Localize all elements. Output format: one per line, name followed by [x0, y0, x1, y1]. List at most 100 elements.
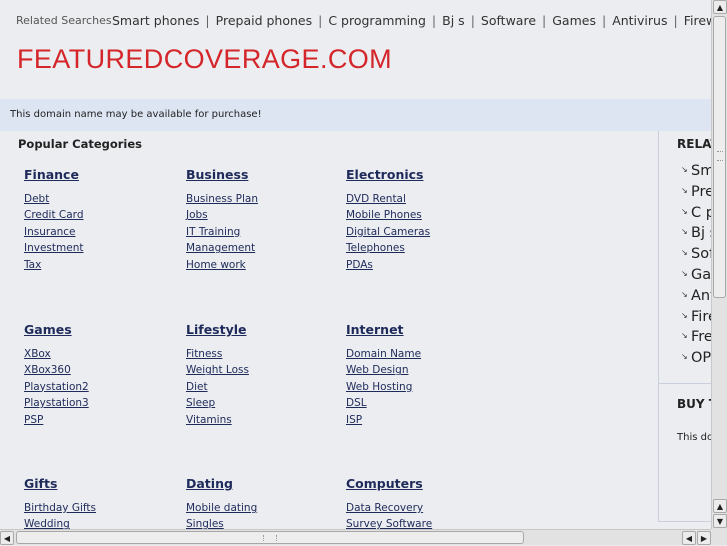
- category-link[interactable]: XBox: [24, 346, 184, 362]
- link-separator: |: [470, 13, 475, 28]
- category-link[interactable]: Investment: [24, 240, 184, 256]
- category-link[interactable]: ISP: [346, 412, 506, 428]
- category-link[interactable]: XBox360: [24, 362, 184, 378]
- arrow-down-icon[interactable]: ▼: [713, 514, 727, 528]
- category-link[interactable]: Insurance: [24, 224, 184, 240]
- category-link[interactable]: Management: [186, 240, 346, 256]
- related-search-link[interactable]: Firewall: [684, 13, 711, 28]
- category-block: Computers Data Recovery Survey Software: [346, 476, 506, 529]
- arrow-right-icon[interactable]: ▶: [697, 531, 711, 545]
- related-search-link[interactable]: Smart phones: [112, 13, 199, 28]
- category-link[interactable]: DSL: [346, 395, 506, 411]
- category-link[interactable]: Birthday Gifts: [24, 500, 184, 516]
- category-link[interactable]: Debt: [24, 191, 184, 207]
- related-searches-panel: RELAT SmPreC pBj sSofGarAntFireFreOP BUY…: [658, 131, 711, 522]
- link-separator: |: [431, 13, 437, 28]
- category-title[interactable]: Games: [24, 322, 184, 337]
- horizontal-scroll-thumb[interactable]: [16, 531, 524, 544]
- related-searches-bar: Related Searches Smart phones | Prepaid ph…: [0, 0, 711, 40]
- category-link[interactable]: Telephones: [346, 240, 506, 256]
- category-block: Gifts Birthday Gifts Wedding: [24, 476, 184, 529]
- related-search-link[interactable]: Software: [481, 13, 536, 28]
- site-title: FEATUREDCOVERAGE.COM: [17, 44, 393, 74]
- category-title[interactable]: Lifestyle: [186, 322, 346, 337]
- buy-domain-heading: BUY T: [677, 397, 711, 411]
- related-search-link[interactable]: Bj s: [442, 13, 465, 28]
- category-block: Internet Domain Name Web Design Web Hosting…: [346, 322, 506, 428]
- category-title[interactable]: Finance: [24, 167, 184, 182]
- category-block: Electronics DVD Rental Mobile Phones Digita…: [346, 167, 506, 273]
- category-block: Games XBox XBox360 Playstation2 Playstation3…: [24, 322, 184, 428]
- vertical-scroll-thumb[interactable]: [713, 16, 726, 298]
- category-link[interactable]: Diet: [186, 379, 346, 395]
- related-panel-link[interactable]: Sof: [681, 243, 711, 265]
- category-link[interactable]: Sleep: [186, 395, 346, 411]
- link-separator: |: [542, 13, 547, 28]
- category-title[interactable]: Gifts: [24, 476, 184, 491]
- category-block: Finance Debt Credit Card Insurance Investmen…: [24, 167, 184, 273]
- related-panel-link[interactable]: Pre: [681, 181, 711, 203]
- arrow-left-icon[interactable]: ◀: [682, 531, 696, 545]
- domain-notice-bar: This domain name may be available for pu…: [0, 99, 711, 131]
- related-search-link[interactable]: C programming: [328, 13, 426, 28]
- related-panel-link[interactable]: C p: [681, 202, 711, 224]
- category-title[interactable]: Computers: [346, 476, 506, 491]
- arrow-up-icon[interactable]: ▲: [713, 0, 727, 14]
- link-separator: |: [318, 13, 323, 28]
- related-search-link[interactable]: Prepaid phones: [216, 13, 312, 28]
- category-link[interactable]: Data Recovery: [346, 500, 506, 516]
- related-searches-links: Smart phones | Prepaid phones | C programmin…: [112, 13, 711, 28]
- page-viewport: Related Searches Smart phones | Prepaid ph…: [0, 0, 711, 529]
- category-link[interactable]: Mobile Phones: [346, 207, 506, 223]
- category-link[interactable]: Home work: [186, 257, 346, 273]
- related-panel-link[interactable]: Bj s: [681, 222, 711, 244]
- category-link[interactable]: Domain Name: [346, 346, 506, 362]
- category-link[interactable]: Web Hosting: [346, 379, 506, 395]
- related-panel-link[interactable]: Fre: [681, 326, 711, 348]
- related-panel-link[interactable]: Ant: [681, 285, 711, 307]
- related-panel-link[interactable]: OP: [681, 347, 711, 369]
- related-searches-label: Related Searches: [16, 14, 112, 27]
- category-link[interactable]: PSP: [24, 412, 184, 428]
- link-separator: |: [205, 13, 210, 28]
- category-link[interactable]: Weight Loss: [186, 362, 346, 378]
- category-link[interactable]: Playstation2: [24, 379, 184, 395]
- category-block: Business Business Plan Jobs IT Training Mana…: [186, 167, 346, 273]
- category-link[interactable]: Mobile dating: [186, 500, 346, 516]
- category-link[interactable]: DVD Rental: [346, 191, 506, 207]
- related-panel-heading: RELAT: [677, 137, 711, 151]
- grip-icon: [263, 535, 277, 541]
- category-title[interactable]: Internet: [346, 322, 506, 337]
- related-search-link[interactable]: Antivirus: [612, 13, 667, 28]
- category-link[interactable]: Wedding: [24, 516, 184, 529]
- category-link[interactable]: Fitness: [186, 346, 346, 362]
- horizontal-scrollbar[interactable]: ◀ ◀ ▶: [0, 529, 711, 545]
- category-link[interactable]: Jobs: [186, 207, 346, 223]
- category-link[interactable]: Singles: [186, 516, 346, 529]
- domain-notice-text: This domain name may be available for pu…: [10, 109, 262, 120]
- category-link[interactable]: Credit Card: [24, 207, 184, 223]
- arrow-left-icon[interactable]: ◀: [0, 531, 14, 545]
- related-panel-link[interactable]: Sm: [681, 160, 711, 182]
- related-panel-link[interactable]: Gar: [681, 264, 711, 286]
- arrow-up-icon[interactable]: ▲: [713, 499, 727, 513]
- category-link[interactable]: PDAs: [346, 257, 506, 273]
- category-link[interactable]: Vitamins: [186, 412, 346, 428]
- category-link[interactable]: Web Design: [346, 362, 506, 378]
- category-block: Lifestyle Fitness Weight Loss Diet Sleep Vita…: [186, 322, 346, 428]
- scrollbar-corner: [711, 529, 727, 545]
- category-link[interactable]: Tax: [24, 257, 184, 273]
- category-link[interactable]: Playstation3: [24, 395, 184, 411]
- related-search-link[interactable]: Games: [552, 13, 596, 28]
- category-title[interactable]: Dating: [186, 476, 346, 491]
- category-link[interactable]: IT Training: [186, 224, 346, 240]
- category-link[interactable]: Business Plan: [186, 191, 346, 207]
- category-block: Dating Mobile dating Singles: [186, 476, 346, 529]
- link-separator: |: [673, 13, 678, 28]
- category-link[interactable]: Survey Software: [346, 516, 506, 529]
- category-title[interactable]: Electronics: [346, 167, 506, 182]
- category-link[interactable]: Digital Cameras: [346, 224, 506, 240]
- category-title[interactable]: Business: [186, 167, 346, 182]
- related-panel-link[interactable]: Fire: [681, 306, 711, 328]
- vertical-scrollbar[interactable]: ▲ ▲ ▼: [711, 0, 727, 529]
